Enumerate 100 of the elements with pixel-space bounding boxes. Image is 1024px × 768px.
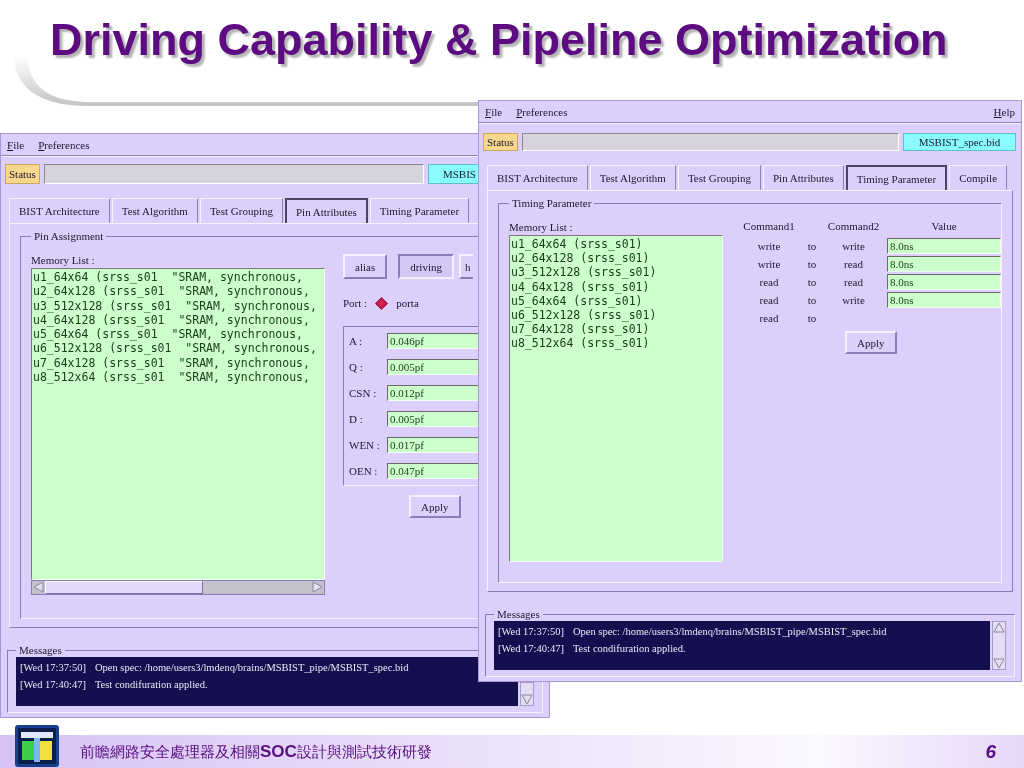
message-time: [Wed 17:37:50]	[20, 662, 86, 673]
status-label: Status	[5, 164, 40, 184]
vertical-scrollbar[interactable]	[520, 682, 534, 706]
value-field[interactable]: 8.0ns	[887, 256, 1001, 272]
menu-item[interactable]: Preferences	[38, 138, 90, 151]
scroll-down-icon	[993, 657, 1006, 669]
list-item[interactable]: u7_64x128 (srss_s01)	[511, 322, 722, 337]
list-item[interactable]: u2_64x128 (srss_s01 "SRAM, synchronous,	[33, 284, 324, 299]
list-item[interactable]: u1_64x64 (srss_s01 "SRAM, synchronous,	[33, 270, 324, 285]
memory-list[interactable]	[31, 268, 325, 580]
menu-item[interactable]: Preferences	[516, 105, 568, 118]
table-cell-text: to	[806, 294, 818, 306]
list-item[interactable]: u1_64x64 (srss_s01)	[511, 237, 722, 252]
tab[interactable]: BIST Architecture	[9, 198, 110, 223]
tab[interactable]: Test Algorithm	[111, 198, 198, 223]
pin-label: CSN :	[349, 387, 378, 399]
pin-label: A :	[349, 335, 364, 347]
table-cell-text: to	[806, 258, 818, 270]
logo-icon	[14, 723, 60, 768]
pin-label: OEN :	[349, 465, 379, 477]
tab[interactable]: Timing Parameter	[845, 165, 948, 190]
tab[interactable]: Timing Parameter	[369, 198, 470, 223]
horizontal-scrollbar[interactable]	[31, 580, 325, 595]
message-time: [Wed 17:40:47]	[20, 679, 86, 690]
file-name-label: MSBIST_spec.bid	[902, 133, 1016, 151]
table-cell-text: read	[843, 258, 864, 270]
message-text: Open spec: /home/users3/lmdenq/brains/MSBIST_pipe/MSBIST_spec.bid	[94, 662, 409, 673]
message-text: Test condifuration applied.	[572, 643, 686, 654]
pin-label: D :	[349, 413, 364, 425]
table-cell-text: to	[806, 312, 818, 324]
pin-value-field[interactable]: 0.005pf	[387, 359, 481, 375]
message-text: Test condifuration applied.	[94, 679, 208, 690]
list-item[interactable]: u3_512x128 (srss_s01)	[511, 265, 722, 280]
table-cell-text: read	[758, 276, 780, 288]
list-item[interactable]: u8_512x64 (srss_s01)	[511, 336, 722, 351]
table-cell-text: write	[841, 294, 866, 306]
list-item[interactable]: u5_64x64 (srss_s01)	[511, 293, 722, 308]
value-field[interactable]: 8.0ns	[887, 274, 1001, 290]
tab[interactable]: Test Grouping	[199, 198, 283, 223]
tab[interactable]: Pin Attributes	[285, 198, 368, 223]
list-item[interactable]: u6_512x128 (srss_s01)	[511, 308, 722, 323]
mode-button[interactable]: h	[458, 254, 473, 279]
group-title: Pin Assignment	[33, 230, 105, 242]
status-label: Status	[483, 133, 518, 151]
scroll-thumb[interactable]	[45, 581, 203, 594]
table-cell-text: read	[758, 312, 780, 324]
mode-button[interactable]: alias	[343, 254, 388, 279]
tab[interactable]: Test Grouping	[677, 165, 761, 190]
menu-item[interactable]: File	[485, 105, 503, 118]
list-item[interactable]: u5_64x64 (srss_s01 "SRAM, synchronous,	[33, 327, 324, 342]
list-item[interactable]: u3_512x128 (srss_s01 "SRAM, synchronous,	[33, 298, 324, 313]
pin-value-field[interactable]: 0.017pf	[387, 437, 481, 453]
table-cell-text: to	[806, 240, 818, 252]
messages-title: Messages	[18, 644, 63, 656]
value-field[interactable]: 8.0ns	[887, 292, 1001, 308]
footer-text: 前瞻網路安全處理器及相關SOC設計與測試技術研發	[80, 741, 432, 762]
list-item[interactable]: u4_64x128 (srss_s01)	[511, 279, 722, 294]
column-header: Command2	[826, 219, 881, 234]
menu-item[interactable]: File	[7, 138, 25, 151]
menu-item[interactable]: Help	[993, 105, 1015, 118]
column-header: Value	[930, 219, 958, 234]
page-number: 6	[985, 740, 996, 763]
memory-list[interactable]: u1_64x64 (srss_s01) u2_64x128 (srss_s01) u3_512x128 (srss_s01) u4_64x128 (srss_s01) u5_64x64 (srss_s01) u6_512x128 (srss_s01) u7_64x128 (srss_s01) u8_512x64 (srss_s01)	[509, 235, 723, 562]
vertical-scrollbar[interactable]	[992, 621, 1006, 670]
table-cell-text: read	[843, 276, 864, 288]
table-cell-text: write	[841, 240, 866, 252]
column-header: Command1	[742, 219, 796, 234]
scroll-up-icon	[993, 622, 1006, 634]
list-item[interactable]: u8_512x64 (srss_s01 "SRAM, synchronous,	[33, 370, 324, 385]
pin-value-field[interactable]: 0.047pf	[387, 463, 481, 479]
group-title: Timing Parameter	[511, 197, 593, 209]
list-item[interactable]: u6_512x128 (srss_s01 "SRAM, synchronous,	[33, 341, 324, 356]
pin-value-field[interactable]: 0.046pf	[387, 333, 481, 349]
list-label: Memory List :	[31, 254, 96, 266]
message-text: Open spec: /home/users3/lmdenq/brains/MSBIST_pipe/MSBIST_spec.bid	[572, 626, 887, 637]
tab[interactable]: Compile	[949, 165, 1008, 190]
radio-button[interactable]	[375, 296, 388, 310]
scroll-down-icon	[521, 693, 534, 705]
list-item[interactable]: u4_64x128 (srss_s01 "SRAM, synchronous,	[33, 312, 324, 328]
pin-label: Q :	[349, 361, 364, 373]
tab[interactable]: Test Algorithm	[589, 165, 676, 190]
list-item[interactable]: u7_64x128 (srss_s01 "SRAM, synchronous,	[33, 355, 324, 371]
mode-button[interactable]: driving	[398, 254, 454, 279]
apply-button[interactable]: Apply	[409, 495, 461, 518]
table-cell-text: read	[758, 294, 780, 306]
pin-value-field[interactable]: 0.005pf	[387, 411, 481, 427]
message-time: [Wed 17:37:50]	[498, 626, 564, 637]
messages-title: Messages	[496, 608, 541, 620]
table-cell-text: to	[806, 276, 818, 288]
table-cell-text: write	[756, 258, 782, 270]
value-field[interactable]: 8.0ns	[887, 238, 1001, 254]
apply-button[interactable]: Apply	[845, 331, 897, 354]
tab[interactable]: Pin Attributes	[763, 165, 844, 190]
radio-label: porta	[396, 297, 419, 309]
tab[interactable]: BIST Architecture	[487, 165, 588, 190]
pin-value-field[interactable]: 0.012pf	[387, 385, 481, 401]
table-cell-text: write	[756, 240, 782, 252]
list-item[interactable]: u2_64x128 (srss_s01)	[511, 251, 722, 266]
message-time: [Wed 17:40:47]	[498, 643, 564, 654]
list-label: Memory List :	[509, 221, 574, 233]
